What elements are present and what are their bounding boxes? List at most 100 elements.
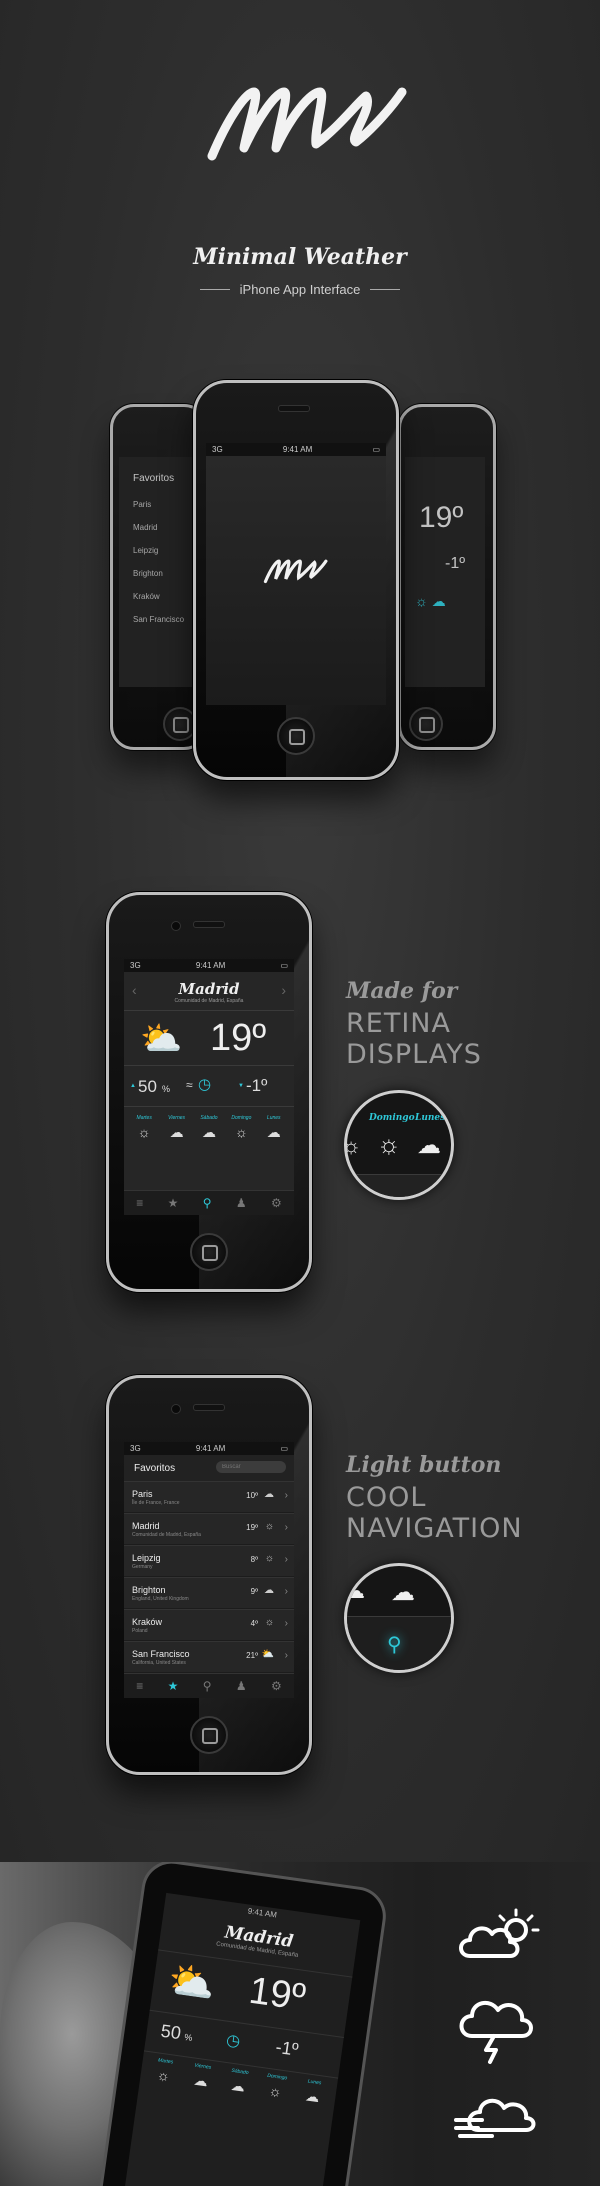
menu-icon[interactable]: ≡: [136, 1196, 143, 1210]
navigation-zoom-circle: ☁ ☁ ⚲: [344, 1563, 454, 1673]
next-city-arrow[interactable]: ›: [281, 982, 286, 998]
humidity-unit: %: [162, 1084, 171, 1094]
gear-icon[interactable]: ⚙: [271, 1196, 282, 1210]
hero-home-button[interactable]: [277, 717, 315, 755]
favorites-time: 9:41 AM: [195, 1444, 226, 1453]
rain-cloud-icon: ☁: [201, 1124, 216, 1140]
logo-mark: [207, 87, 407, 161]
gear-icon[interactable]: ⚙: [271, 1679, 282, 1693]
favorites-screen: 3G 9:41 AM ▭ Favoritos ParisÎle de Franc…: [124, 1442, 294, 1698]
forecast-day-label: Viernes: [168, 1115, 186, 1121]
favorites-speaker: [193, 1404, 225, 1411]
chevron-right-icon: ›: [284, 1618, 288, 1629]
hero-carrier: 3G: [212, 445, 223, 454]
forecast-day-label: Lunes: [266, 1115, 281, 1121]
back-right-screen: 19º -1º ☼ ☁: [405, 457, 485, 687]
chevron-right-icon: ›: [284, 1650, 288, 1661]
search-input[interactable]: [216, 1461, 286, 1473]
photo-day-label: Martes: [157, 2057, 174, 2066]
sun-icon: ☼: [156, 2066, 172, 2085]
photo-min-temp: -1º: [274, 2036, 300, 2060]
zoom-label-lunes: Lunes: [415, 1113, 446, 1123]
rain-cloud-icon: ☁: [192, 2071, 209, 2090]
photo-clock-icon: ◷: [225, 2031, 242, 2051]
fav-city-name: Paris: [132, 1488, 153, 1499]
favorites-header: Favoritos: [124, 1455, 294, 1481]
sun-icon: ☼: [267, 2082, 283, 2100]
fav-city-temp: 10º: [246, 1491, 258, 1500]
app-title: Minimal Weather: [193, 244, 407, 270]
menu-icon[interactable]: ≡: [136, 1679, 143, 1693]
back-phone-right: 19º -1º ☼ ☁: [398, 404, 496, 750]
weather-time: 9:41 AM: [195, 961, 226, 970]
photo-day-label: Lunes: [307, 2078, 322, 2087]
list-item[interactable]: Madrid Comunidad de Madrid, España 19º ☼ …: [124, 1513, 294, 1545]
sun-icon: ☼: [264, 1553, 274, 1564]
sun-icon: ☼: [264, 1617, 274, 1628]
back-left-item-6: San Francisco: [133, 615, 185, 624]
zoom-wind-cloud-icon: ☁: [417, 1132, 441, 1159]
wind-cloud-icon: ☁: [266, 1124, 281, 1140]
photo-partly-cloudy-icon: ⛅: [165, 1959, 218, 2008]
location-pin-icon[interactable]: ⚲: [203, 1679, 212, 1693]
hero-battery-icon: ▭: [372, 445, 380, 454]
hand-photo: 9:41 AM Madrid Comunidad de Madrid, Espa…: [0, 1862, 600, 2186]
hero-screen: 3G 9:41 AM ▭: [206, 443, 386, 705]
back-left-screen: Favoritos Paris Madrid Leipzig Brighton …: [119, 457, 199, 687]
favorites-carrier: 3G: [130, 1444, 141, 1453]
chevron-right-icon: ›: [284, 1554, 288, 1565]
storm-cloud-icon: ☁: [264, 1489, 274, 1500]
app-subtitle: iPhone App Interface: [239, 282, 361, 297]
list-item[interactable]: Kraków Poland 4º ☼ ›: [124, 1609, 294, 1641]
retina-zoom-circle: Domingo Lunes ☼ ☁ ☼: [344, 1090, 454, 1200]
partly-cloudy-icon: ⛅: [261, 1649, 274, 1660]
favorites-title: Favoritos: [134, 1463, 176, 1474]
feature-1-line1: RETINA: [346, 1008, 451, 1039]
sun-icon: ☼: [137, 1124, 151, 1140]
user-icon[interactable]: ♟: [236, 1196, 247, 1210]
favorites-home-button[interactable]: [190, 1716, 228, 1754]
list-item[interactable]: Paris Île de France, France 10º ☁ ›: [124, 1481, 294, 1513]
fav-city-region: England, United Kingdom: [132, 1595, 189, 1602]
back-right-days: ☼ ☁: [415, 593, 446, 609]
fav-city-region: Comunidad de Madrid, España: [132, 1531, 201, 1538]
partly-cloudy-icon: ⛅: [140, 1020, 183, 1058]
fav-city-region: Germany: [132, 1563, 153, 1570]
star-icon[interactable]: ★: [168, 1196, 179, 1210]
weather-status-bar: 3G 9:41 AM ▭: [124, 959, 294, 972]
hero-phone: 3G 9:41 AM ▭: [193, 380, 399, 780]
back-right-home-button: [409, 707, 443, 741]
sun-icon: ☼: [264, 1521, 274, 1532]
clock-icon: ◷: [198, 1076, 212, 1093]
feature-2-line2: NAVIGATION: [346, 1513, 523, 1544]
back-left-item-3: Leipzig: [133, 546, 159, 555]
forecast-day: Domingo ☼: [226, 1115, 256, 1141]
subtitle-rule-right: [370, 289, 401, 290]
favorites-battery-icon: ▭: [280, 1444, 288, 1453]
hero-speaker: [278, 405, 310, 412]
location-pin-icon[interactable]: ⚲: [203, 1196, 212, 1210]
back-right-min: -1º: [445, 555, 466, 572]
weather-speaker: [193, 921, 225, 928]
rain-cloud-icon: ☁: [169, 1124, 184, 1140]
weather-battery-icon: ▭: [280, 961, 288, 970]
photo-forecast-day: Martes ☼: [147, 2056, 180, 2086]
photo-humidity: 50: [159, 2020, 183, 2044]
wind-cloud-icon: ☁: [304, 2087, 321, 2106]
hero-status-bar: 3G 9:41 AM ▭: [206, 443, 386, 456]
tab-bar: ≡ ★ ⚲ ♟ ⚙: [124, 1190, 294, 1215]
list-item[interactable]: Brighton England, United Kingdom 9º ☁ ›: [124, 1577, 294, 1609]
forecast-day: Martes ☼: [129, 1115, 159, 1141]
user-icon[interactable]: ♟: [236, 1679, 247, 1693]
min-temperature: -1º: [246, 1076, 268, 1095]
weather-home-button[interactable]: [190, 1233, 228, 1271]
feature-2-title: Light button: [346, 1452, 502, 1478]
prev-city-arrow[interactable]: ‹: [132, 982, 137, 998]
fav-city-name: Brighton: [132, 1584, 166, 1595]
list-item[interactable]: Leipzig Germany 8º ☼ ›: [124, 1545, 294, 1577]
zoom-label-domingo: Domingo: [369, 1113, 415, 1123]
star-icon[interactable]: ★: [168, 1679, 179, 1693]
list-item[interactable]: San Francisco California, United States 2…: [124, 1641, 294, 1673]
favorites-phone: 3G 9:41 AM ▭ Favoritos ParisÎle de Franc…: [106, 1375, 312, 1775]
hero-time: 9:41 AM: [282, 445, 313, 454]
